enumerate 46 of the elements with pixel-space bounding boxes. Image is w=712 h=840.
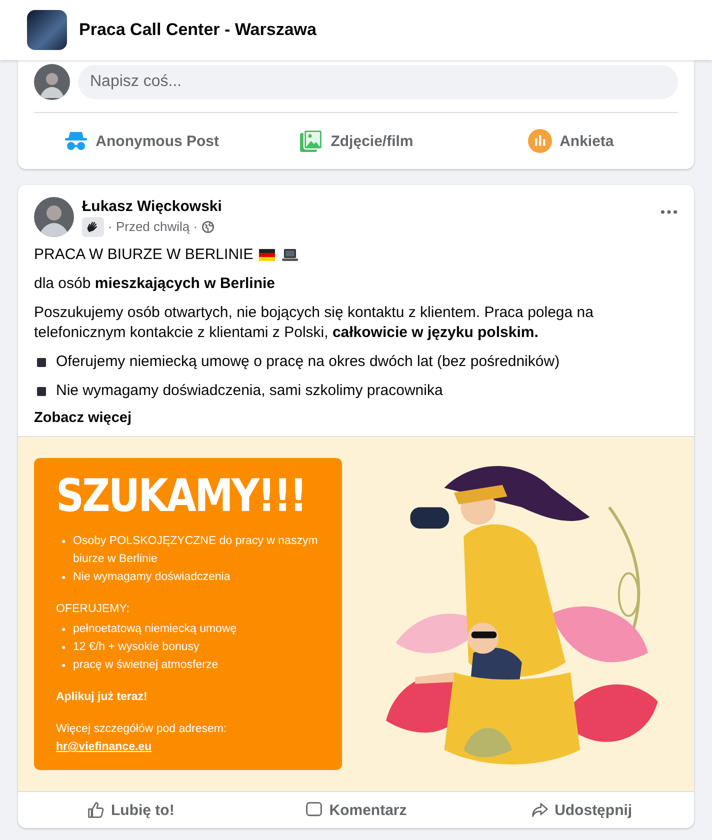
ad-offer-title: OFERUJEMY: [56, 602, 130, 617]
avatar-icon [34, 197, 74, 237]
post-title: PRACA W BIURZE W BERLINIE [34, 245, 254, 265]
share-icon [530, 801, 549, 819]
post-action-button[interactable]: Lubię to! [18, 792, 244, 828]
incognito-icon [64, 129, 88, 153]
bullet-icon [62, 628, 65, 631]
laptop-icon [281, 248, 300, 262]
post-bullet-text: Oferujemy niemiecką umowę o pracę na okres dwóch lat (bez pośredników) [56, 352, 560, 372]
ad-bullet: pracę w świetnej atmosferze [73, 658, 218, 673]
poll-icon [528, 129, 552, 153]
bullet-icon [62, 664, 65, 667]
ad-bullet: Nie wymagamy doświadczenia [73, 570, 230, 585]
composer-action-button[interactable]: Anonymous Post [34, 113, 249, 169]
composer-action-button[interactable]: Zdjęcie/film [248, 113, 464, 169]
group-photo-placeholder [27, 10, 67, 50]
hand-wave-icon [82, 216, 104, 236]
ad-bullet: 12 €/h + wysokie bonusy [73, 640, 200, 655]
bullet-icon [62, 646, 65, 649]
bullet-icon [62, 576, 65, 579]
see-more-link[interactable]: Zobacz więcej [34, 410, 678, 426]
photo-icon [298, 129, 323, 153]
post-time[interactable]: · Przed chwilą · [108, 219, 198, 234]
globe-icon [202, 220, 214, 232]
bullet-icon [37, 358, 46, 366]
post-action-button[interactable]: Udostępnij [468, 792, 694, 828]
bullet-icon [62, 540, 65, 543]
post-paragraph: dla osób mieszkających w Berlinie [34, 274, 276, 294]
bullet-icon [37, 386, 46, 396]
comment-icon [305, 801, 324, 819]
ad-bullet: Osoby POLSKOJĘZYCZNE do pracy w naszym biurze w Berlinie [73, 534, 319, 567]
ad-bullet: pełnoetatową niemiecką umowę [73, 622, 237, 637]
author-name[interactable]: Łukasz Więckowski [82, 198, 652, 214]
ad-call-to-action: Aplikuj już teraz! [56, 690, 148, 705]
post-paragraph: Poszukujemy osób otwartych, nie bojących się kontaktu z klientem. Praca polega na telefonicznym kontakcie z klientami z Polski, całkowicie w języku polskim. [34, 303, 594, 343]
ad-headline: SZUKAMY!!! [56, 468, 306, 524]
more-options-icon[interactable] [660, 209, 678, 215]
ad-details-text: Więcej szczegółów pod adresem: [56, 722, 228, 737]
flag-icon [259, 249, 276, 261]
post-bullet-text: Nie wymagamy doświadczenia, sami szkolimy pracownika [56, 381, 443, 401]
composer-action-button[interactable]: Ankieta [463, 113, 678, 169]
group-title[interactable]: Praca Call Center - Warszawa [79, 20, 316, 40]
thumbs-up-icon [87, 801, 105, 819]
post-input-field[interactable]: Napisz coś... [78, 65, 678, 99]
avatar-icon [34, 64, 70, 100]
post-action-button[interactable]: Komentarz [243, 792, 469, 828]
